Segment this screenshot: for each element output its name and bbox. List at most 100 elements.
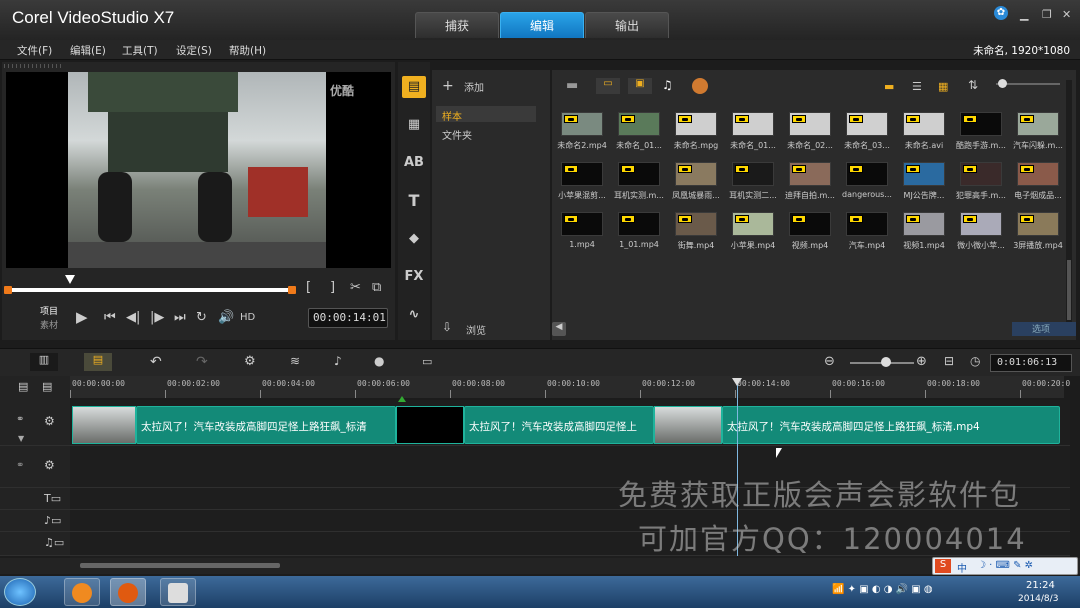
media-item[interactable]: 街舞.mp4 (668, 210, 724, 258)
show-audio-icon[interactable]: ♫ (662, 78, 673, 92)
menu-file[interactable]: 文件(F) (17, 43, 52, 58)
play-icon[interactable]: ▶ (76, 308, 88, 326)
scissors-icon[interactable]: ✂ (350, 280, 361, 295)
panel-grip[interactable] (4, 64, 64, 68)
sort-icon[interactable]: ⇅ (968, 78, 978, 92)
media-item[interactable]: dangerous... (839, 160, 895, 208)
mark-out-icon[interactable]: ] (330, 280, 335, 295)
chapter-icon[interactable]: ▤ (42, 380, 52, 393)
start-button[interactable] (4, 578, 36, 606)
preview-scrubber[interactable] (8, 288, 296, 292)
collapse-library-icon[interactable]: ◀ (552, 322, 566, 336)
volume-icon[interactable]: 🔊 (218, 310, 234, 325)
enlarge-icon[interactable]: ⧉ (372, 280, 381, 295)
timeline-scroll-thumb[interactable] (80, 563, 280, 568)
show-photo-icon[interactable]: ▣ (628, 78, 652, 94)
clip-thumbnail[interactable] (396, 406, 464, 444)
timeline-scrollbar[interactable] (0, 558, 1080, 574)
trim-in-marker[interactable] (4, 286, 12, 294)
tab-edit[interactable]: 编辑 (500, 12, 584, 38)
title-icon[interactable]: T (402, 190, 426, 212)
timeline-view-icon[interactable]: ▤ (84, 353, 112, 371)
media-item[interactable]: 凤凰城暴雨... (668, 160, 724, 208)
clock-time[interactable]: 21:24 (1026, 580, 1055, 591)
view-list-icon[interactable]: ☰ (912, 80, 922, 93)
ime-mode[interactable]: 中 (957, 560, 967, 575)
media-item[interactable]: 小苹果.mp4 (725, 210, 781, 258)
taskbar-app-recorder[interactable] (160, 578, 196, 606)
graphic-icon[interactable]: ◆ (402, 228, 426, 250)
zoom-handle[interactable] (881, 357, 891, 367)
media-item[interactable]: 1.mp4 (554, 210, 610, 258)
filter-icon[interactable]: FX (402, 266, 426, 288)
media-item[interactable]: 视频.mp4 (782, 210, 838, 258)
fit-project-icon[interactable]: ⊟ (944, 354, 954, 368)
redo-icon[interactable]: ↷ (196, 354, 208, 370)
media-item[interactable]: 未命名_03... (839, 110, 895, 158)
nav-sample[interactable]: 样本 (442, 108, 462, 123)
menu-help[interactable]: 帮助(H) (229, 43, 266, 58)
auto-music-icon[interactable]: ♪ (334, 354, 342, 368)
media-item[interactable]: 耳机实测二... (725, 160, 781, 208)
add-button[interactable]: 添加 (464, 79, 484, 94)
media-item[interactable]: 汽车闪躲.m... (1010, 110, 1066, 158)
browse-button[interactable]: 浏览 (466, 322, 486, 337)
storyboard-view-icon[interactable]: ▥ (30, 353, 58, 371)
media-icon[interactable]: ▤ (402, 76, 426, 98)
ime-tools-icon[interactable]: ☽ · ⌨ ✎ ✲ (977, 560, 1033, 571)
tray-icons[interactable]: 📶 ✦ ▣ ◐ ◑ 🔊 ▣ ◍ (832, 584, 933, 595)
media-item[interactable]: 犯罪高手.m... (953, 160, 1009, 208)
show-video-icon[interactable]: ▭ (596, 78, 620, 94)
media-item[interactable]: 1_01.mp4 (611, 210, 667, 258)
clock-date[interactable]: 2014/8/3 (1018, 594, 1058, 604)
undo-icon[interactable]: ↶ (150, 354, 162, 370)
media-item[interactable]: 迪拜自拍.m... (782, 160, 838, 208)
thumb-size-handle[interactable] (998, 79, 1007, 88)
record-capture-icon[interactable]: ⚙ (244, 354, 256, 369)
track-manager-icon[interactable]: ▤ (18, 380, 28, 393)
media-item[interactable]: 未命名.mpg (668, 110, 724, 158)
media-item[interactable]: 未命名2.mp4 (554, 110, 610, 158)
web-icon[interactable] (692, 78, 708, 94)
video-clip[interactable]: 太拉风了！汽车改装成高脚四足怪上 (464, 406, 654, 444)
media-item[interactable]: 耳机实测.m... (611, 160, 667, 208)
next-frame-icon[interactable]: |▶ (150, 310, 164, 325)
sound-mixer-icon[interactable]: ≋ (290, 354, 300, 368)
close-icon[interactable]: ✕ (1062, 8, 1071, 21)
media-item[interactable]: 电子烟成品... (1010, 160, 1066, 208)
tab-share[interactable]: 输出 (585, 12, 669, 38)
path-icon[interactable]: ∿ (402, 304, 426, 326)
media-item[interactable]: 未命名.avi (896, 110, 952, 158)
media-item[interactable]: 3屏播放.mp4 (1010, 210, 1066, 258)
preview-playhead[interactable] (65, 275, 75, 284)
minimize-icon[interactable]: ▁ (1020, 8, 1028, 21)
sogou-icon[interactable]: S (935, 559, 951, 573)
mode-project[interactable]: 项目 (40, 304, 58, 317)
video-clip[interactable]: 太拉风了！汽车改装成高脚四足怪上路狂飙_标清.mp4 (722, 406, 1060, 444)
instant-project-icon[interactable]: ▦ (402, 114, 426, 136)
end-icon[interactable]: ⏭ (174, 310, 186, 325)
timeline-ruler[interactable]: 00:00:00:00 00:00:02:00 00:00:04:00 00:00:0… (70, 376, 1070, 398)
expand-icon[interactable]: ▼ (18, 434, 24, 443)
clock-icon[interactable]: ◷ (970, 354, 980, 368)
media-item[interactable]: 微小微小苹... (953, 210, 1009, 258)
media-item[interactable]: 未命名_01... (725, 110, 781, 158)
options-button[interactable]: 选项 (1012, 322, 1076, 336)
video-clip[interactable]: 太拉风了！汽车改装成高脚四足怪上路狂飙_标清 (136, 406, 396, 444)
media-item[interactable]: 未命名_02... (782, 110, 838, 158)
mode-clip[interactable]: 素材 (40, 318, 58, 331)
media-item[interactable]: 视频1.mp4 (896, 210, 952, 258)
restore-icon[interactable]: ❐ (1042, 8, 1052, 21)
library-scroll-thumb[interactable] (1067, 260, 1071, 320)
nav-folder[interactable]: 文件夹 (442, 127, 472, 142)
media-item[interactable]: 小苹果混剪... (554, 160, 610, 208)
view-thumb-icon[interactable]: ▬ (884, 80, 894, 93)
transition-icon[interactable]: AB (402, 152, 426, 174)
menu-settings[interactable]: 设定(S) (176, 43, 212, 58)
taskbar-app-browser[interactable] (64, 578, 100, 606)
preview-timecode[interactable]: 00:00:14:01 (308, 308, 388, 328)
clip-thumbnail[interactable] (72, 406, 136, 444)
menu-tools[interactable]: 工具(T) (122, 43, 158, 58)
taskbar-app-videostudio[interactable] (110, 578, 146, 606)
mark-in-icon[interactable]: [ (306, 280, 311, 295)
